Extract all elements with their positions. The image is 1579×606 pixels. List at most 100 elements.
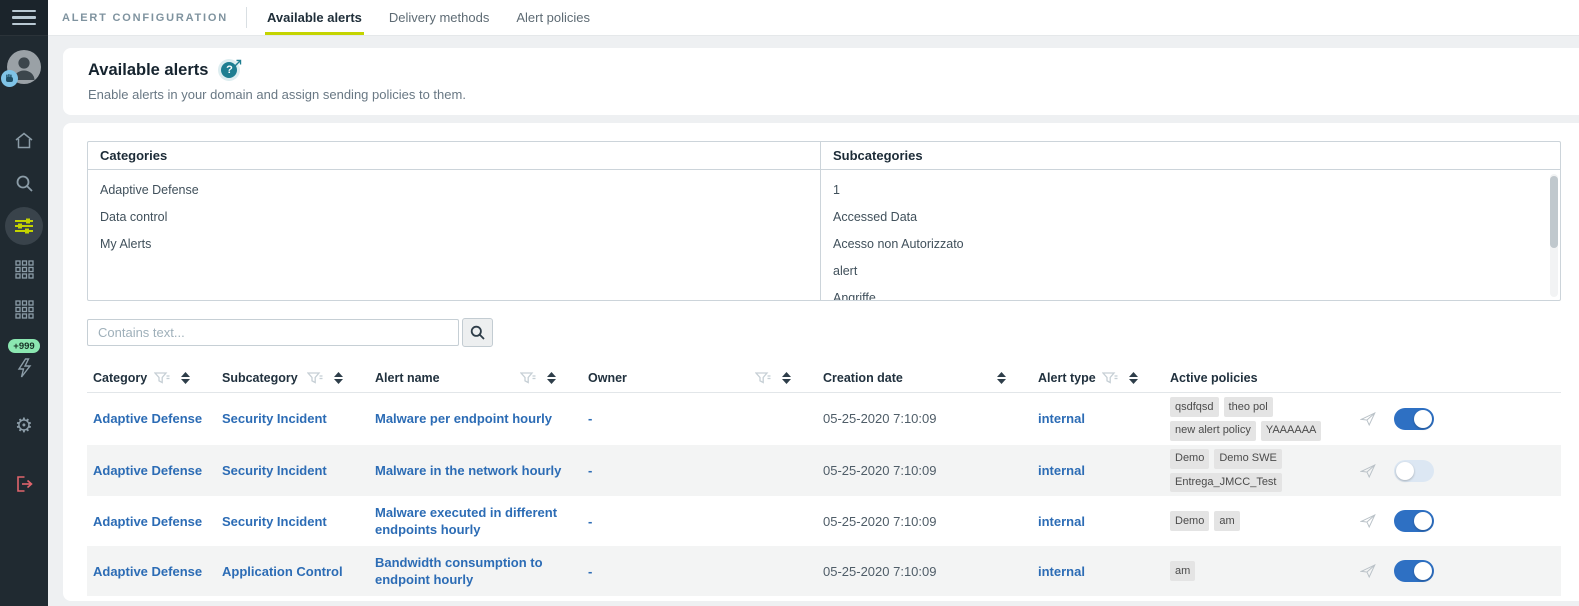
hamburger-menu-icon[interactable] bbox=[0, 0, 48, 36]
column-header-icons bbox=[307, 371, 343, 384]
filter-icon[interactable] bbox=[154, 371, 170, 384]
table-row: Adaptive Defense Security Incident Malware… bbox=[87, 496, 1561, 546]
column-header-subcategory[interactable]: Subcategory bbox=[216, 371, 369, 385]
column-label: Alert type bbox=[1038, 370, 1096, 385]
cell-subcategory[interactable]: Security Incident bbox=[216, 458, 369, 484]
sort-icon[interactable] bbox=[782, 371, 791, 384]
subcategory-item[interactable]: Acesso non Autorizzato bbox=[833, 230, 1548, 257]
category-item[interactable]: Adaptive Defense bbox=[100, 176, 808, 203]
policy-chip: YAAAAAA bbox=[1260, 420, 1322, 441]
cell-alert-type[interactable]: internal bbox=[1032, 458, 1164, 484]
topbar-tabs: Available alerts Delivery methods Alert po… bbox=[265, 0, 592, 35]
policy-chip: Entrega_JMCC_Test bbox=[1170, 472, 1282, 493]
column-label: Active policies bbox=[1170, 370, 1258, 385]
cell-active-policies: qsdfqsd theo pol new alert policy YAAAAAA bbox=[1164, 393, 1354, 445]
alert-enabled-toggle[interactable] bbox=[1394, 560, 1434, 583]
cell-creation-date: 05-25-2020 7:10:09 bbox=[823, 411, 937, 427]
sort-icon[interactable] bbox=[997, 371, 1006, 384]
policy-chip-list: qsdfqsd theo pol new alert policy YAAAAAA bbox=[1170, 397, 1342, 441]
cell-alert-name[interactable]: Bandwidth consumption to endpoint hourly bbox=[369, 550, 582, 593]
search-icon[interactable] bbox=[0, 163, 48, 203]
send-test-icon[interactable] bbox=[1354, 558, 1388, 584]
alert-enabled-toggle[interactable] bbox=[1394, 407, 1434, 430]
categories-list: Adaptive Defense Data control My Alerts bbox=[88, 170, 820, 300]
subcategories-panel-title: Subcategories bbox=[821, 142, 1560, 170]
sort-icon[interactable] bbox=[1129, 371, 1138, 384]
tab-available-alerts[interactable]: Available alerts bbox=[265, 0, 364, 35]
policy-chip-list: am bbox=[1170, 561, 1342, 582]
subcategory-item[interactable]: Angriffe bbox=[833, 284, 1548, 301]
policy-chip: Demo bbox=[1170, 448, 1210, 469]
cell-category[interactable]: Adaptive Defense bbox=[87, 458, 216, 484]
alert-enabled-toggle[interactable] bbox=[1394, 459, 1434, 482]
cell-subcategory[interactable]: Application Control bbox=[216, 559, 369, 585]
cell-toggle bbox=[1388, 506, 1478, 536]
toggle-knob bbox=[1414, 562, 1432, 581]
subcategory-item[interactable]: Accessed Data bbox=[833, 203, 1548, 230]
alert-settings-icon-active[interactable] bbox=[0, 203, 48, 249]
table-body: Adaptive Defense Security Incident Malware… bbox=[87, 393, 1561, 597]
column-header-alert-type[interactable]: Alert type bbox=[1032, 371, 1164, 385]
send-test-icon[interactable] bbox=[1354, 508, 1388, 534]
scrollbar-thumb[interactable] bbox=[1550, 176, 1558, 248]
policy-chip: Demo bbox=[1170, 511, 1210, 532]
cell-subcategory[interactable]: Security Incident bbox=[216, 406, 369, 432]
home-icon[interactable] bbox=[0, 120, 48, 160]
category-item[interactable]: Data control bbox=[100, 203, 808, 230]
cell-category[interactable]: Adaptive Defense bbox=[87, 509, 216, 535]
column-header-owner[interactable]: Owner bbox=[582, 371, 817, 385]
page-header-card: Available alerts ? Enable alerts in your… bbox=[63, 48, 1579, 115]
filter-icon[interactable] bbox=[520, 371, 536, 384]
cell-active-policies: Demo am bbox=[1164, 507, 1354, 535]
cell-category[interactable]: Adaptive Defense bbox=[87, 406, 216, 432]
tab-alert-policies[interactable]: Alert policies bbox=[514, 0, 592, 35]
column-label: Alert name bbox=[375, 370, 440, 385]
send-test-icon[interactable] bbox=[1354, 406, 1388, 432]
column-label: Owner bbox=[588, 370, 627, 385]
grid-modules-icon[interactable] bbox=[0, 289, 48, 329]
divider bbox=[246, 7, 247, 28]
column-header-active-policies[interactable]: Active policies bbox=[1164, 371, 1354, 385]
search-input[interactable] bbox=[87, 319, 459, 346]
subcategories-panel: Subcategories 1 Accessed Data Acesso non A… bbox=[821, 142, 1560, 300]
cell-alert-type[interactable]: internal bbox=[1032, 559, 1164, 585]
filter-icon[interactable] bbox=[1102, 371, 1118, 384]
cell-owner: - bbox=[588, 411, 593, 427]
send-test-icon[interactable] bbox=[1354, 458, 1388, 484]
help-icon[interactable]: ? bbox=[218, 59, 242, 81]
column-header-creation-date[interactable]: Creation date bbox=[817, 371, 1032, 385]
search-row bbox=[87, 318, 1561, 347]
category-item[interactable]: My Alerts bbox=[100, 230, 808, 257]
sort-icon[interactable] bbox=[334, 371, 343, 384]
cell-subcategory[interactable]: Security Incident bbox=[216, 509, 369, 535]
search-button[interactable] bbox=[462, 318, 493, 347]
cell-alert-type[interactable]: internal bbox=[1032, 509, 1164, 535]
lightning-icon[interactable] bbox=[0, 353, 48, 383]
column-header-alert-name[interactable]: Alert name bbox=[369, 371, 582, 385]
cell-alert-type[interactable]: internal bbox=[1032, 406, 1164, 432]
cell-alert-name[interactable]: Malware in the network hourly bbox=[369, 458, 582, 484]
cell-toggle bbox=[1388, 404, 1478, 434]
alert-enabled-toggle[interactable] bbox=[1394, 510, 1434, 533]
logout-icon[interactable] bbox=[0, 464, 48, 504]
sort-icon[interactable] bbox=[181, 371, 190, 384]
user-avatar[interactable] bbox=[1, 50, 41, 87]
filter-icon[interactable] bbox=[307, 371, 323, 384]
subcategory-item[interactable]: alert bbox=[833, 257, 1548, 284]
cell-alert-name[interactable]: Malware per endpoint hourly bbox=[369, 406, 582, 432]
column-header-category[interactable]: Category bbox=[87, 371, 216, 385]
cell-toggle bbox=[1388, 456, 1478, 486]
cell-active-policies: am bbox=[1164, 557, 1354, 585]
settings-gear-icon[interactable]: ⚙ bbox=[0, 405, 48, 445]
grid-apps-icon[interactable] bbox=[0, 249, 48, 289]
cell-alert-name[interactable]: Malware executed in different endpoints … bbox=[369, 500, 582, 543]
top-navigation-bar: ALERT CONFIGURATION Available alerts Deli… bbox=[48, 0, 1579, 36]
hand-status-icon bbox=[1, 70, 18, 87]
categories-panel-title: Categories bbox=[88, 142, 820, 170]
subcategory-item[interactable]: 1 bbox=[833, 176, 1548, 203]
sort-icon[interactable] bbox=[547, 371, 556, 384]
cell-category[interactable]: Adaptive Defense bbox=[87, 559, 216, 585]
cell-owner: - bbox=[588, 462, 593, 478]
filter-icon[interactable] bbox=[755, 371, 771, 384]
tab-delivery-methods[interactable]: Delivery methods bbox=[387, 0, 491, 35]
